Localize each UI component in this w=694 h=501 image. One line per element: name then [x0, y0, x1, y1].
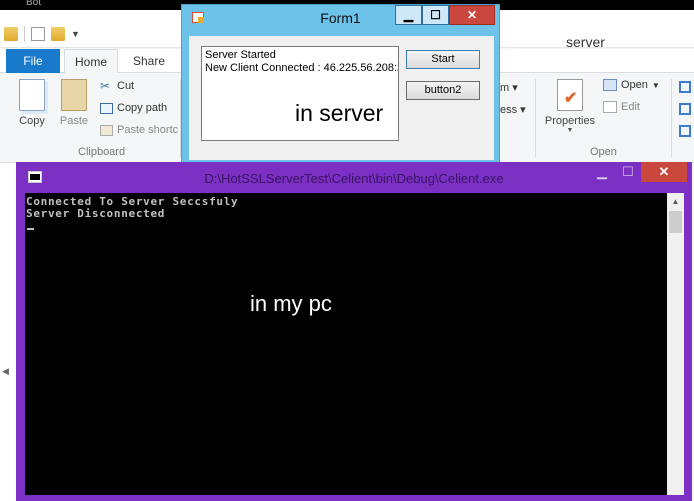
properties-checkmark-icon: ✔	[557, 79, 583, 111]
copy-button[interactable]: Copy	[12, 79, 52, 127]
quick-access-toolbar: ▼	[4, 24, 80, 44]
cut-label: Cut	[117, 80, 135, 92]
edit-icon	[603, 101, 617, 113]
check-icon: ✔	[564, 90, 578, 107]
paste-icon	[61, 79, 87, 111]
close-button[interactable]: ✕	[449, 5, 495, 25]
tab-file[interactable]: File	[6, 49, 60, 73]
invert-selection-icon[interactable]	[679, 125, 691, 137]
new-folder-icon[interactable]	[51, 27, 65, 41]
scissors-icon: ✂	[100, 78, 111, 93]
start-button[interactable]: Start	[406, 50, 480, 69]
edit-button[interactable]: Edit	[603, 101, 640, 113]
copy-icon	[19, 79, 45, 111]
properties-button[interactable]: ✔ Properties ▼	[540, 79, 600, 134]
open-button[interactable]: Open ▼	[603, 79, 660, 91]
close-button[interactable]: ✕	[641, 162, 687, 182]
paste-button[interactable]: Paste	[54, 79, 94, 127]
group-divider	[671, 79, 672, 157]
chevron-down-icon: ▼	[566, 127, 574, 134]
maximize-button[interactable]: ☐	[422, 5, 449, 25]
folder-icon[interactable]	[4, 27, 18, 41]
open-label: Open	[621, 79, 648, 91]
copy-path-label: Copy path	[117, 102, 168, 114]
scrollbar-thumb[interactable]	[669, 211, 682, 233]
copy-path-icon	[100, 102, 113, 114]
navigation-pane	[0, 163, 17, 501]
minimize-button[interactable]: ▁	[589, 162, 615, 182]
open-group-label: Open	[590, 146, 617, 158]
scroll-left-arrow-icon[interactable]: ◀	[2, 366, 9, 377]
tab-home[interactable]: Home	[64, 49, 118, 74]
cut-button[interactable]: ✂ Cut	[100, 78, 135, 93]
button2[interactable]: button2	[406, 81, 480, 100]
console-window: D:\HotSSLServerTest\Celient\bin\Debug\Ce…	[16, 162, 692, 501]
form1-window: Form1 ▁ ☐ ✕ Server Started New Client Co…	[181, 4, 500, 164]
select-none-icon[interactable]	[679, 103, 691, 115]
form1-client-area: Server Started New Client Connected : 46…	[189, 36, 494, 160]
minimize-button[interactable]: ▁	[395, 5, 422, 25]
log-line: Server Started	[205, 49, 276, 61]
copy-label: Copy	[19, 115, 45, 127]
chevron-down-icon: ▼	[651, 80, 660, 90]
access-button[interactable]: ess ▾	[500, 103, 526, 116]
open-icon	[603, 79, 617, 91]
select-all-icon[interactable]	[679, 81, 691, 93]
background-window-title: Bot	[26, 0, 42, 8]
clipboard-group-label: Clipboard	[78, 146, 126, 158]
paste-shortcut-icon	[100, 124, 113, 136]
console-titlebar[interactable]: D:\HotSSLServerTest\Celient\bin\Debug\Ce…	[16, 162, 692, 192]
copy-path-button[interactable]: Copy path	[100, 102, 167, 114]
move-to-button[interactable]: m ▾	[500, 81, 518, 94]
scroll-up-arrow-icon[interactable]: ▲	[667, 193, 684, 210]
form1-titlebar[interactable]: Form1 ▁ ☐ ✕	[182, 5, 499, 29]
console-scrollbar[interactable]: ▲	[667, 193, 684, 495]
paste-label: Paste	[59, 115, 89, 127]
edit-label: Edit	[621, 101, 640, 113]
properties-icon[interactable]	[31, 27, 45, 41]
toolbar-divider	[24, 26, 25, 42]
server-annotation: in server	[295, 100, 384, 126]
paste-shortcut-label: Paste shortc	[117, 124, 179, 136]
console-output[interactable]: Connected To Server Seccsfuly Server Dis…	[25, 193, 667, 495]
pc-annotation: in my pc	[250, 291, 332, 316]
properties-label: Properties	[544, 115, 596, 127]
text-cursor	[27, 228, 34, 230]
console-line: Server Disconnected	[26, 207, 166, 220]
group-divider	[535, 79, 536, 157]
log-line: New Client Connected : 46.225.56.208:2	[205, 62, 399, 74]
maximize-button[interactable]: ☐	[615, 162, 641, 182]
paste-shortcut-button[interactable]: Paste shortc	[100, 124, 178, 136]
desktop: Bot ▼ server File Home Share Copy Paste …	[0, 0, 694, 501]
tab-share[interactable]: Share	[122, 49, 176, 73]
chevron-down-icon[interactable]: ▼	[71, 29, 80, 39]
explorer-window-title: server	[566, 34, 605, 50]
